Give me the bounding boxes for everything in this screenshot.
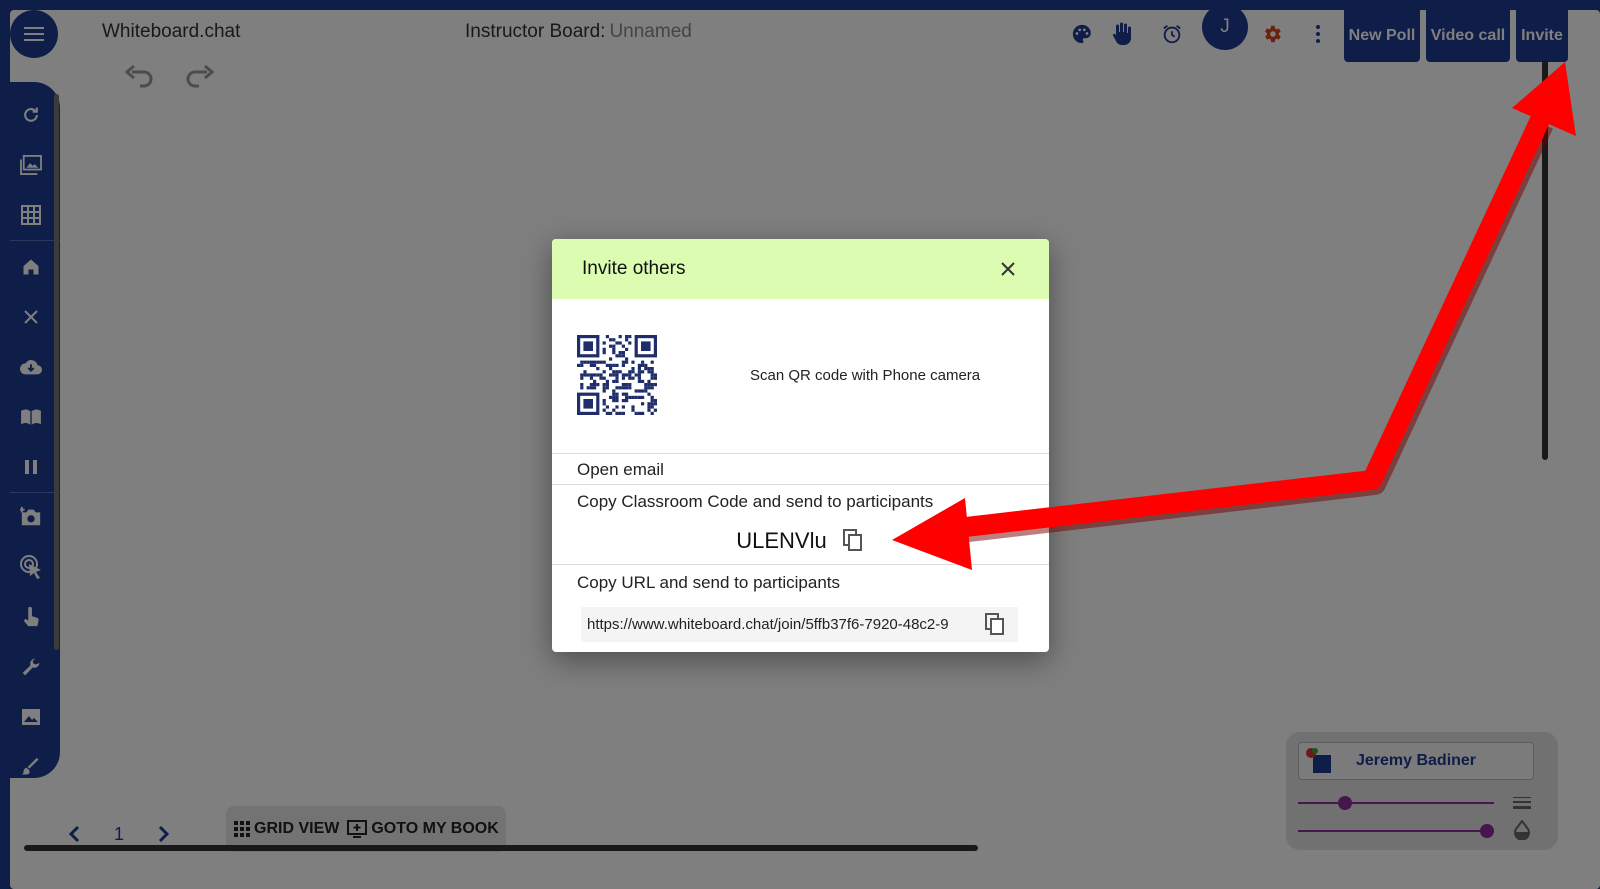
copy-url-button[interactable] bbox=[985, 612, 1007, 637]
url-label: Copy URL and send to participants bbox=[577, 573, 841, 592]
copy-icon bbox=[842, 529, 862, 551]
dialog-title: Invite others bbox=[582, 258, 686, 279]
close-icon bbox=[1001, 262, 1015, 276]
dialog-header: Invite others bbox=[552, 239, 1049, 299]
open-email-link[interactable]: Open email bbox=[552, 454, 1049, 485]
copy-icon bbox=[985, 612, 1004, 635]
qr-code-image bbox=[577, 335, 657, 415]
invite-url-field[interactable]: https://www.whiteboard.chat/join/5ffb37f… bbox=[581, 607, 1018, 642]
qr-instructions: Scan QR code with Phone camera bbox=[750, 367, 981, 384]
dialog-close-button[interactable] bbox=[997, 258, 1019, 280]
invite-dialog: Invite others Scan QR code with Phone ca… bbox=[552, 239, 1049, 652]
invite-url[interactable]: https://www.whiteboard.chat/join/5ffb37f… bbox=[587, 616, 977, 633]
classroom-code-row: ULENVlu bbox=[552, 518, 1049, 565]
classroom-code[interactable]: ULENVlu bbox=[736, 528, 826, 554]
classroom-code-label: Copy Classroom Code and send to particip… bbox=[577, 492, 934, 511]
qr-section: Scan QR code with Phone camera bbox=[552, 299, 1049, 454]
copy-code-button[interactable] bbox=[842, 529, 865, 553]
